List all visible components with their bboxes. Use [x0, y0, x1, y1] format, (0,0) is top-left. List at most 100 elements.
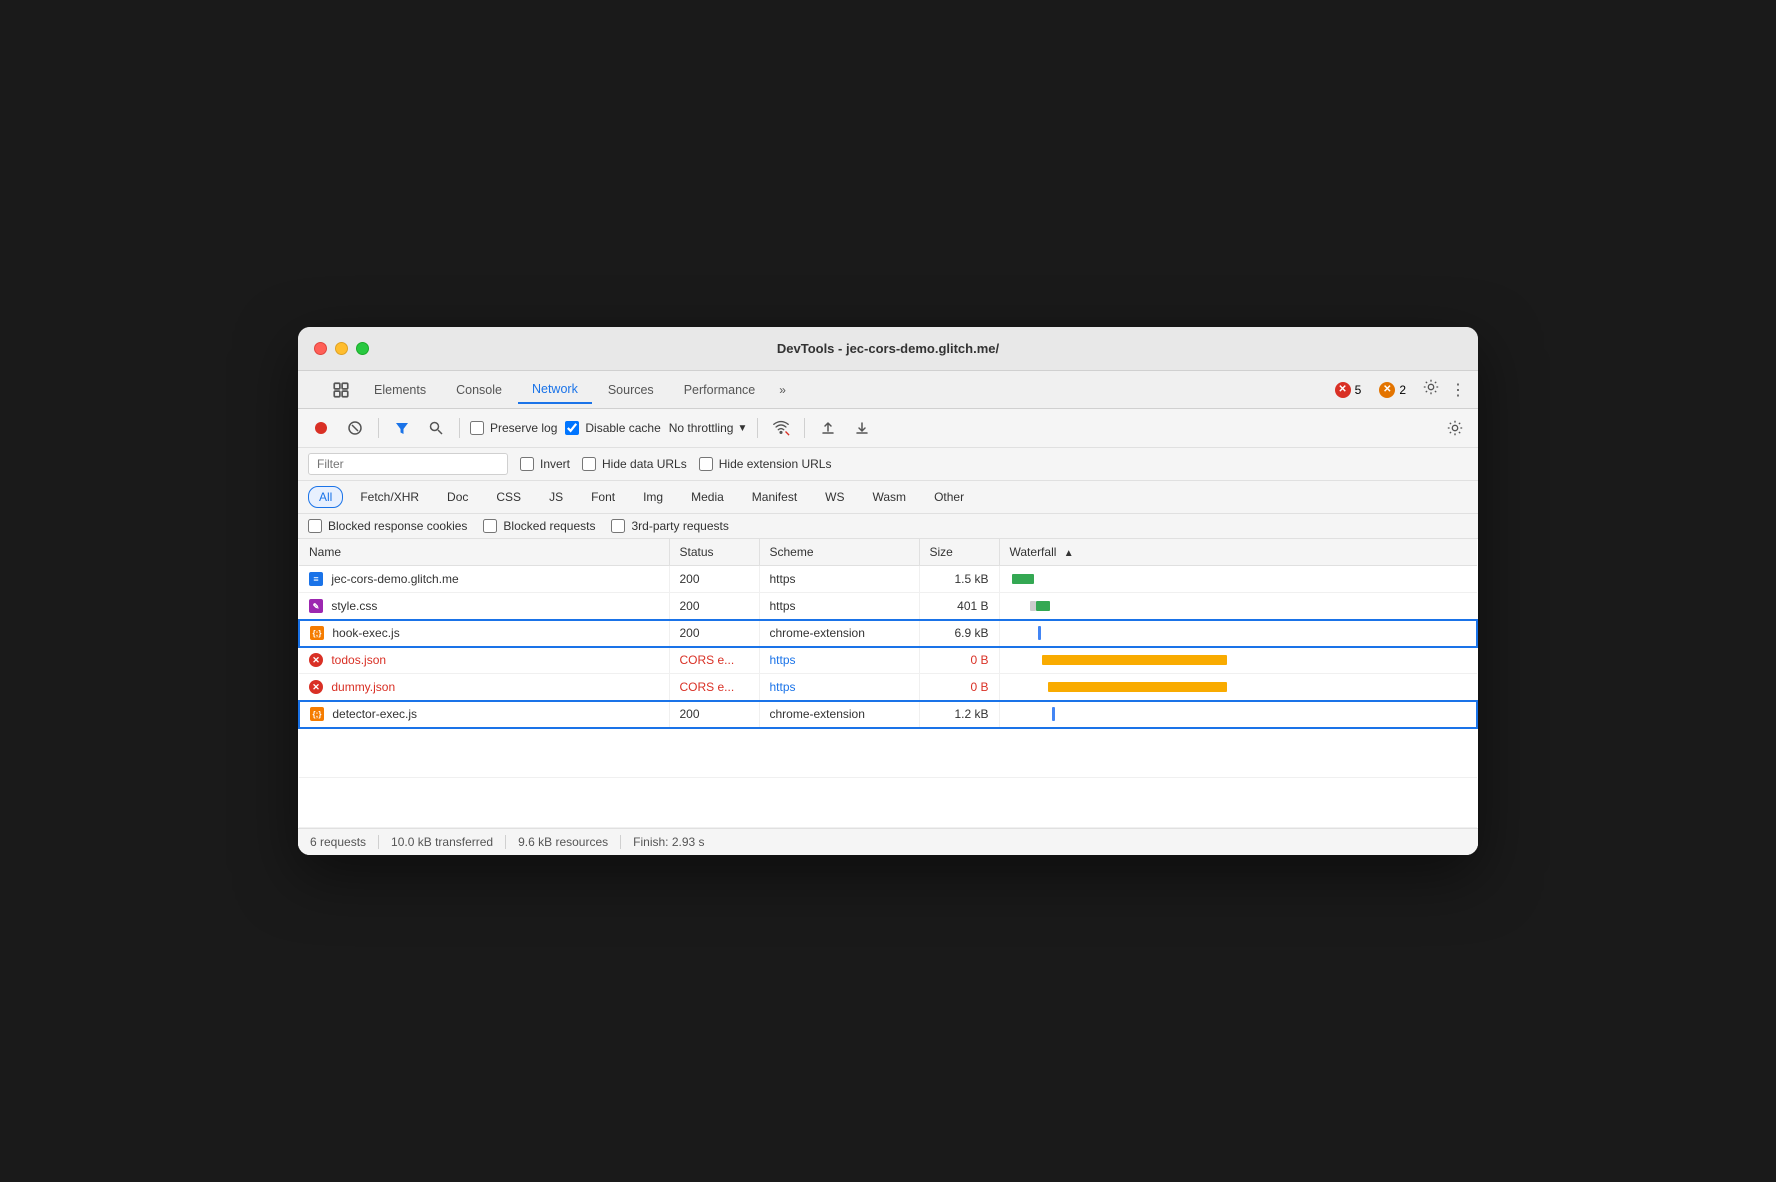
cell-scheme: https [759, 647, 919, 674]
search-icon [428, 420, 444, 436]
filter-manifest[interactable]: Manifest [741, 486, 808, 508]
invert-label[interactable]: Invert [520, 457, 570, 471]
tab-more[interactable]: » [771, 379, 794, 401]
upload-button[interactable] [815, 415, 841, 441]
header-waterfall[interactable]: Waterfall ▲ [999, 539, 1477, 566]
waterfall-bar-green [1012, 574, 1034, 584]
cell-status: CORS e... [669, 647, 759, 674]
waterfall-bar-blue [1052, 707, 1055, 721]
record-button[interactable] [308, 415, 334, 441]
network-table: Name Status Scheme Size Waterfall [298, 539, 1478, 828]
disable-cache-label[interactable]: Disable cache [565, 421, 660, 435]
table-row[interactable]: ≡ jec-cors-demo.glitch.me 200 https 1.5 … [299, 566, 1477, 593]
cell-name: ✕ dummy.json [299, 674, 669, 701]
filter-ws[interactable]: WS [814, 486, 855, 508]
cell-scheme: chrome-extension [759, 701, 919, 728]
download-button[interactable] [849, 415, 875, 441]
hide-extension-urls-checkbox[interactable] [699, 457, 713, 471]
tab-sources[interactable]: Sources [594, 377, 668, 403]
filter-js[interactable]: JS [538, 486, 574, 508]
settings-button[interactable] [1418, 374, 1444, 405]
cell-waterfall [999, 566, 1477, 593]
maximize-button[interactable] [356, 342, 369, 355]
window-title: DevTools - jec-cors-demo.glitch.me/ [777, 341, 999, 356]
error-icon: ✕ [1335, 382, 1351, 398]
close-button[interactable] [314, 342, 327, 355]
cell-scheme: https [759, 593, 919, 620]
table-row[interactable]: {;} detector-exec.js 200 chrome-extensio… [299, 701, 1477, 728]
divider-1 [378, 418, 379, 438]
tab-console[interactable]: Console [442, 377, 516, 403]
table-row[interactable]: ✎ style.css 200 https 401 B [299, 593, 1477, 620]
html-file-icon: ≡ [309, 572, 323, 586]
upload-download-group [815, 415, 875, 441]
filter-input[interactable] [308, 453, 508, 475]
blocked-requests-label[interactable]: Blocked requests [483, 519, 595, 533]
third-party-checkbox[interactable] [611, 519, 625, 533]
filter-media[interactable]: Media [680, 486, 735, 508]
filter-font[interactable]: Font [580, 486, 626, 508]
header-scheme[interactable]: Scheme [759, 539, 919, 566]
upload-icon [820, 420, 836, 436]
cell-size: 1.5 kB [919, 566, 999, 593]
tab-elements[interactable]: Elements [360, 377, 440, 403]
header-status[interactable]: Status [669, 539, 759, 566]
network-settings-button[interactable] [1442, 415, 1468, 441]
cell-name: {;} hook-exec.js [299, 620, 669, 647]
table-row[interactable]: ✕ todos.json CORS e... https 0 B [299, 647, 1477, 674]
tab-cursor[interactable] [306, 386, 322, 394]
cell-scheme: https [759, 674, 919, 701]
resources-size: 9.6 kB resources [506, 835, 621, 849]
header-name[interactable]: Name [299, 539, 669, 566]
preserve-log-label[interactable]: Preserve log [470, 421, 557, 435]
tab-performance[interactable]: Performance [670, 377, 770, 403]
filter-other[interactable]: Other [923, 486, 975, 508]
filter-css[interactable]: CSS [485, 486, 532, 508]
download-icon [854, 420, 870, 436]
wifi-settings-button[interactable] [768, 415, 794, 441]
table-header-row: Name Status Scheme Size Waterfall [299, 539, 1477, 566]
waterfall-bar-blue [1038, 626, 1041, 640]
table-row[interactable]: {;} hook-exec.js 200 chrome-extension 6.… [299, 620, 1477, 647]
transferred-size: 10.0 kB transferred [379, 835, 506, 849]
more-button[interactable]: ⋮ [1446, 376, 1470, 404]
error-badge-5[interactable]: ✕ 5 [1329, 380, 1368, 400]
header-size[interactable]: Size [919, 539, 999, 566]
preserve-log-checkbox[interactable] [470, 421, 484, 435]
type-filters: All Fetch/XHR Doc CSS JS Font Img Media … [298, 481, 1478, 514]
filter-all[interactable]: All [308, 486, 343, 508]
js-file-icon: {;} [310, 707, 324, 721]
filter-img[interactable]: Img [632, 486, 674, 508]
blocked-cookies-label[interactable]: Blocked response cookies [308, 519, 467, 533]
finish-time: Finish: 2.93 s [621, 835, 716, 849]
table-row[interactable]: ✕ dummy.json CORS e... https 0 B [299, 674, 1477, 701]
hide-data-urls-checkbox[interactable] [582, 457, 596, 471]
invert-checkbox[interactable] [520, 457, 534, 471]
minimize-button[interactable] [335, 342, 348, 355]
hide-data-urls-label[interactable]: Hide data URLs [582, 457, 687, 471]
filter-button[interactable] [389, 415, 415, 441]
filter-fetch-xhr[interactable]: Fetch/XHR [349, 486, 430, 508]
error-x-icon: ✕ [309, 653, 323, 667]
clear-button[interactable] [342, 415, 368, 441]
tab-network[interactable]: Network [518, 376, 592, 404]
hide-extension-urls-label[interactable]: Hide extension URLs [699, 457, 832, 471]
filter-doc[interactable]: Doc [436, 486, 479, 508]
filter-wasm[interactable]: Wasm [862, 486, 918, 508]
divider-2 [459, 418, 460, 438]
cell-size: 0 B [919, 647, 999, 674]
disable-cache-checkbox[interactable] [565, 421, 579, 435]
tab-layers[interactable] [324, 377, 358, 403]
error-badge-2[interactable]: ✕ 2 [1373, 380, 1412, 400]
chevron-down-icon: ▼ [737, 423, 747, 434]
throttle-select[interactable]: No throttling ▼ [669, 421, 748, 435]
wifi-icon [772, 418, 790, 439]
cell-size: 1.2 kB [919, 701, 999, 728]
cell-size: 0 B [919, 674, 999, 701]
blocked-cookies-checkbox[interactable] [308, 519, 322, 533]
search-button[interactable] [423, 415, 449, 441]
third-party-label[interactable]: 3rd-party requests [611, 519, 728, 533]
devtools-window: DevTools - jec-cors-demo.glitch.me/ Ele [298, 327, 1478, 855]
blocked-requests-checkbox[interactable] [483, 519, 497, 533]
divider-4 [804, 418, 805, 438]
